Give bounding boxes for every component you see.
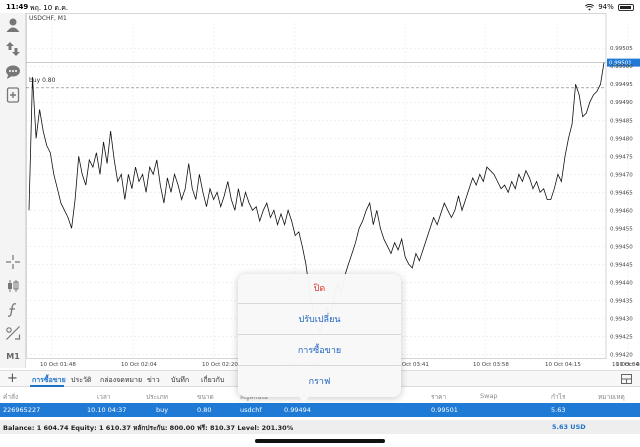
x-tick-label: 10 Oct 04:15 (545, 362, 581, 368)
header-time: เวลา (97, 393, 111, 401)
cell-symbol: usdchf (240, 406, 262, 414)
header-profit: กำไร (551, 393, 566, 401)
y-axis: 0.99505 0.99500 0.99495 0.99490 0.99485 0.994… (610, 46, 633, 358)
candles-icon[interactable] (4, 277, 22, 295)
y-tick-label: 0.99445 (610, 262, 633, 268)
cell-time: 10.10 04:37 (87, 406, 127, 414)
header-type: ประเภท (146, 393, 168, 401)
balance-text: Balance: 1 604.74 Equity: 1 610.37 หลักป… (3, 424, 294, 432)
x-tick-label: 10 Oct 02:04 (121, 362, 157, 368)
y-tick-label: 0.99480 (610, 136, 633, 142)
cell-size: 0.80 (197, 406, 212, 414)
y-tick-label: 0.99500 (610, 64, 633, 70)
status-right: 94% (584, 3, 634, 11)
tab-history[interactable]: ประวัติ (71, 375, 91, 386)
action-sheet-arrow (298, 396, 310, 402)
y-tick-label: 0.99455 (610, 226, 633, 232)
y-tick-label: 0.99440 (610, 280, 633, 286)
y-tick-label: 0.99465 (610, 190, 633, 196)
total-profit: 5.63 USD (552, 423, 586, 431)
x-tick-label: 10 Oct 02:20 (202, 362, 238, 368)
left-toolbar: M1 (0, 13, 26, 368)
header-order: คำสั่ง (3, 393, 19, 401)
home-indicator[interactable] (255, 439, 385, 443)
x-tick-label: 10 Oct 04:48 (612, 362, 640, 368)
cell-profit: 5.63 (551, 406, 566, 414)
tab-news[interactable]: ข่าว (147, 375, 160, 386)
y-tick-label: 0.99505 (610, 46, 633, 52)
cell-open-price: 0.99494 (284, 406, 311, 414)
trade-button[interactable]: การซื้อขาย (238, 336, 401, 366)
battery-icon (618, 3, 634, 11)
position-action-sheet: ปิด ปรับเปลี่ยน การซื้อขาย กราฟ (238, 274, 401, 397)
new-order-icon[interactable] (4, 86, 22, 104)
y-tick-label: 0.99425 (610, 334, 633, 340)
y-tick-label: 0.99485 (610, 118, 633, 124)
y-tick-label: 0.99460 (610, 208, 633, 214)
y-tick-label: 0.99490 (610, 100, 633, 106)
battery-percent: 94% (598, 3, 614, 11)
x-tick-label: 10 Oct 01:48 (40, 362, 76, 368)
y-tick-label: 0.99495 (610, 82, 633, 88)
cell-type: buy (156, 406, 169, 414)
add-icon[interactable]: + (7, 372, 18, 385)
header-swap: Swap (480, 392, 498, 400)
y-tick-label: 0.99475 (610, 154, 633, 160)
chart-button[interactable]: กราฟ (238, 367, 401, 397)
account-icon[interactable] (4, 16, 22, 34)
cell-current-price: 0.99501 (431, 406, 458, 414)
chart-levels: 0.99501 (26, 58, 640, 89)
tab-mailbox[interactable]: กล่องจดหมาย (100, 375, 142, 386)
table-row[interactable]: 226965227 10.10 04:37 buy 0.80 usdchf 0.… (0, 403, 640, 417)
objects-icon[interactable] (4, 324, 22, 342)
y-tick-label: 0.99450 (610, 244, 633, 250)
modify-position-button[interactable]: ปรับเปลี่ยน (238, 305, 401, 335)
y-tick-label: 0.99430 (610, 316, 633, 322)
buy-line-label: buy 0.80 (29, 77, 56, 84)
trade-arrows-icon[interactable] (4, 40, 22, 58)
tab-about[interactable]: เกี่ยวกับ (201, 375, 224, 386)
chart-symbol-label: USDCHF, M1 (29, 15, 67, 22)
y-tick-label: 0.99420 (610, 352, 633, 358)
chat-icon[interactable] (4, 63, 22, 81)
header-size: ขนาด (197, 393, 214, 401)
y-tick-label: 0.99435 (610, 298, 633, 304)
status-bar: 11:49 พฤ. 10 ต.ค. 94% (0, 0, 640, 13)
crosshair-icon[interactable] (4, 253, 22, 271)
battery-fill (620, 5, 632, 9)
close-position-button[interactable]: ปิด (238, 274, 401, 304)
tab-journal[interactable]: บันทึก (171, 375, 189, 386)
status-time: 11:49 (6, 3, 29, 11)
y-tick-label: 0.99470 (610, 172, 633, 178)
layout-toggle-icon[interactable] (621, 374, 632, 384)
header-price: ราคา (431, 393, 447, 401)
cell-order: 226965227 (3, 406, 41, 414)
header-comment: หมายเหตุ (598, 393, 625, 401)
x-tick-label: 10 Oct 03:58 (473, 362, 509, 368)
wifi-icon (584, 3, 594, 11)
balance-summary: Balance: 1 604.74 Equity: 1 610.37 หลักป… (0, 420, 640, 434)
indicators-icon[interactable] (4, 301, 22, 319)
timeframe-button[interactable]: M1 (4, 347, 22, 365)
